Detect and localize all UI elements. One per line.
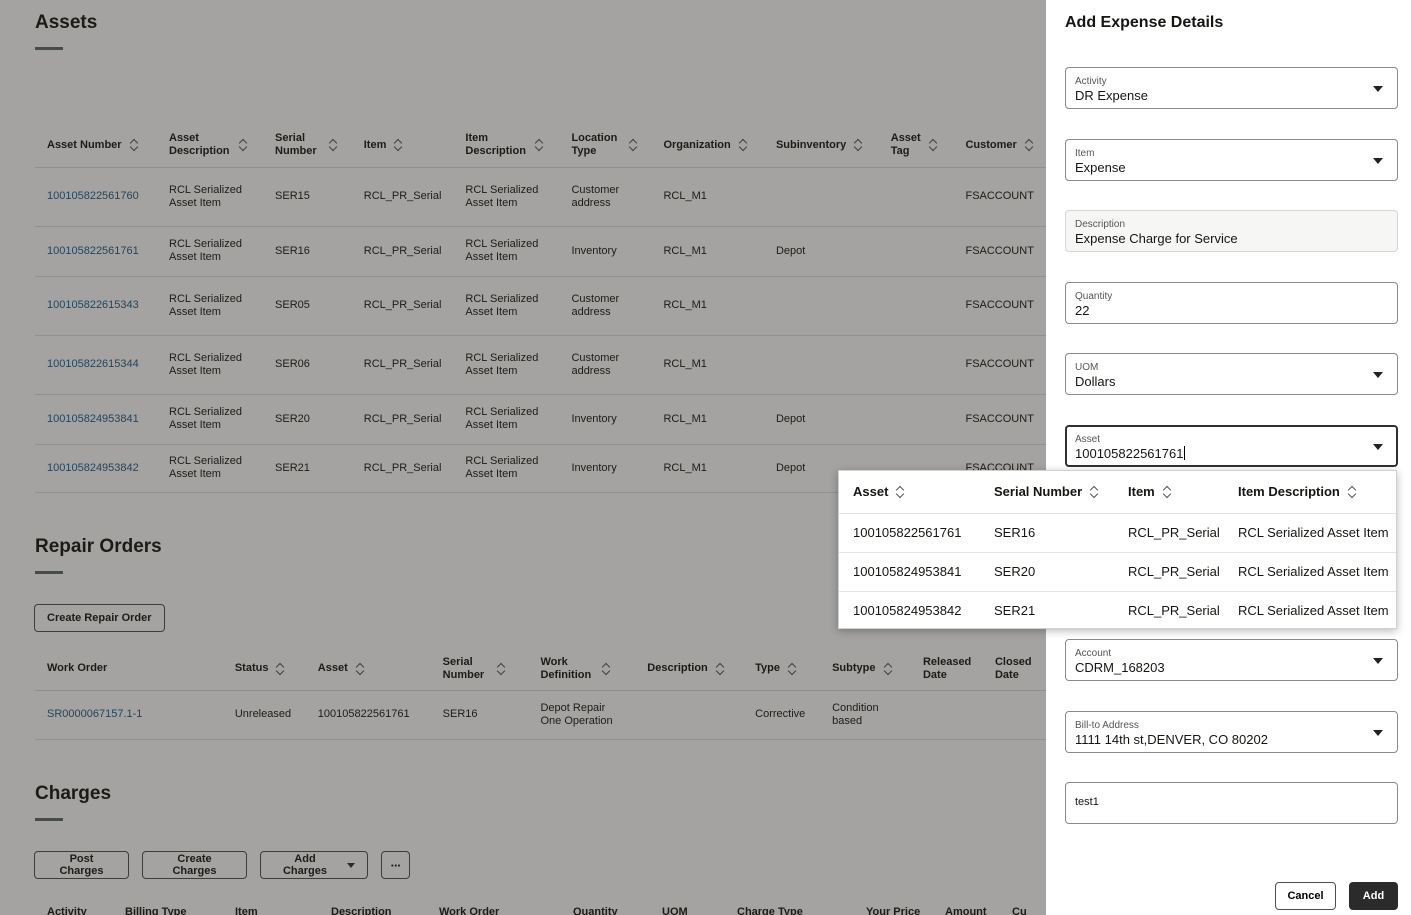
col-label: Item Description [1238, 484, 1340, 500]
chevron-down-icon[interactable] [1373, 86, 1383, 92]
sort-icon[interactable] [1163, 486, 1171, 498]
quantity-input[interactable]: Quantity 22 [1065, 282, 1398, 324]
option-asset: 100105822561761 [839, 513, 980, 553]
field-value: Expense [1075, 160, 1126, 175]
asset-option-row[interactable]: 100105824953842 SER21 RCL_PR_Serial RCL … [839, 591, 1396, 630]
option-asset: 100105824953841 [839, 552, 980, 592]
bill-to-address-select[interactable]: Bill-to Address 1111 14th st,DENVER, CO … [1065, 711, 1398, 753]
item-select[interactable]: Item Expense [1065, 139, 1398, 181]
col-label: Item [1128, 484, 1155, 500]
add-expense-drawer: Add Expense Details Activity DR Expense … [1046, 0, 1411, 915]
field-label: Activity [1075, 76, 1107, 87]
option-item-description: RCL Serialized Asset Item [1224, 552, 1396, 592]
field-label: Bill-to Address [1075, 720, 1139, 731]
col-serial-number[interactable]: Serial Number [994, 484, 1114, 499]
col-item-description[interactable]: Item Description [1238, 484, 1396, 499]
field-value: CDRM_168203 [1075, 660, 1165, 675]
asset-dropdown-popup: Asset Serial Number Item Item Descriptio… [838, 470, 1397, 629]
field-value: Dollars [1075, 374, 1116, 389]
sort-icon[interactable] [896, 486, 904, 498]
option-item: RCL_PR_Serial [1128, 603, 1220, 619]
option-asset: 100105824953842 [853, 603, 962, 619]
asset-combobox[interactable]: Asset 100105822561761 [1065, 425, 1398, 467]
col-label: Asset [853, 484, 889, 500]
chevron-down-icon[interactable] [1373, 372, 1383, 378]
chevron-down-icon[interactable] [1373, 158, 1383, 164]
field-label: Account [1075, 648, 1112, 659]
field-value: test1 [1075, 796, 1099, 808]
field-value: Expense Charge for Service [1075, 231, 1238, 246]
field-label: Quantity [1075, 291, 1113, 302]
account-select[interactable]: Account CDRM_168203 [1065, 639, 1398, 681]
col-label: Serial Number [994, 484, 1083, 500]
sort-icon[interactable] [1090, 486, 1098, 498]
field-value: DR Expense [1075, 88, 1148, 103]
option-item: RCL_PR_Serial [1114, 552, 1224, 592]
text-cursor [1184, 446, 1186, 460]
field-label: Item [1075, 148, 1095, 159]
chevron-down-icon[interactable] [1373, 730, 1383, 736]
field-value: 22 [1075, 303, 1090, 318]
add-button[interactable]: Add [1349, 882, 1398, 910]
asset-option-row[interactable]: 100105824953841 SER20 RCL_PR_Serial RCL … [839, 552, 1396, 592]
field-value: 100105822561761 [1075, 446, 1186, 461]
asset-option-row[interactable]: 100105822561761 SER16 RCL_PR_Serial RCL … [839, 513, 1396, 553]
col-item[interactable]: Item [1128, 484, 1224, 499]
option-item-description: RCL Serialized Asset Item [1238, 603, 1389, 619]
activity-select[interactable]: Activity DR Expense [1065, 67, 1398, 109]
option-serial: SER16 [980, 513, 1114, 553]
field-label: Description [1075, 219, 1126, 230]
cancel-button[interactable]: Cancel [1275, 882, 1336, 910]
modal-overlay[interactable] [0, 0, 1046, 915]
chevron-down-icon[interactable] [1373, 658, 1383, 664]
field-label: UOM [1075, 362, 1099, 373]
drawer-title: Add Expense Details [1065, 14, 1224, 31]
uom-select[interactable]: UOM Dollars [1065, 353, 1398, 395]
notes-input[interactable]: test1 [1065, 782, 1398, 824]
option-item-description: RCL Serialized Asset Item [1224, 513, 1396, 553]
col-asset[interactable]: Asset [853, 484, 980, 499]
field-label: Asset [1075, 434, 1101, 445]
sort-icon[interactable] [1348, 486, 1356, 498]
field-value: 1111 14th st,DENVER, CO 80202 [1075, 732, 1268, 747]
option-serial: SER20 [980, 552, 1114, 592]
description-field: Description Expense Charge for Service [1065, 210, 1398, 252]
asset-value-text: 100105822561761 [1075, 446, 1184, 461]
option-item: RCL_PR_Serial [1114, 513, 1224, 553]
option-serial: SER21 [994, 603, 1036, 619]
chevron-down-icon[interactable] [1373, 444, 1383, 450]
